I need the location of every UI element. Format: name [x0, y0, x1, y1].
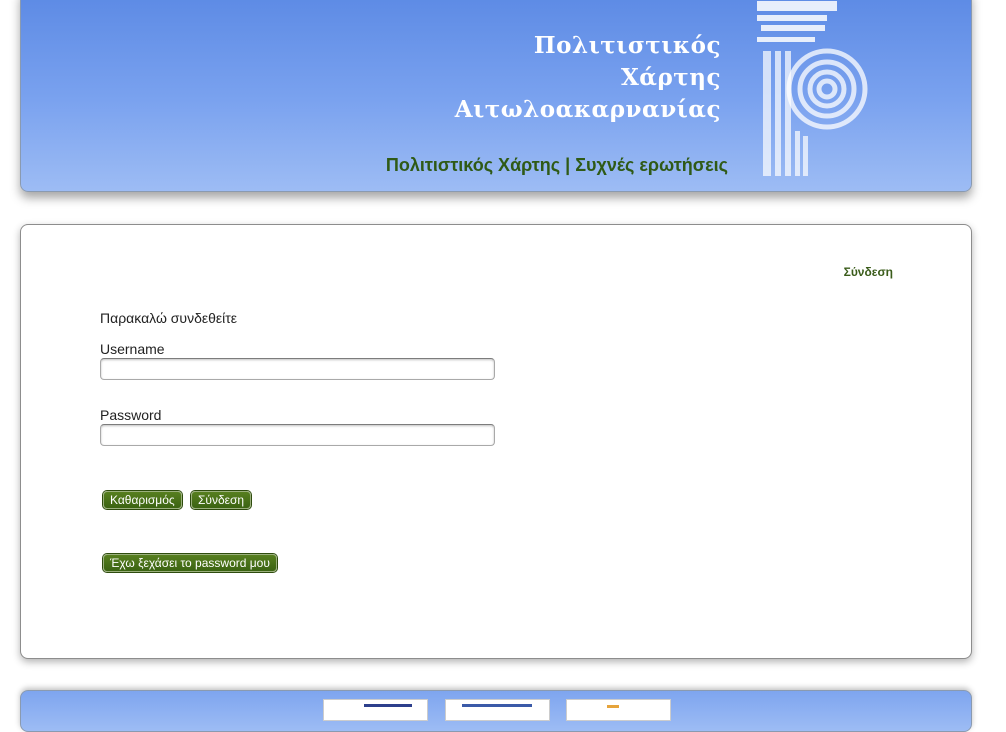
nav-link-cultural-map[interactable]: Πολιτιστικός Χάρτης: [386, 155, 560, 175]
username-label: Username: [100, 341, 165, 357]
site-header: Πολιτιστικός Χάρτης Αιτωλοακαρνανίας Πολ…: [20, 0, 972, 192]
footer-logo-1: [323, 699, 428, 721]
footer-logo-2: [445, 699, 550, 721]
login-panel: Σύνδεση Παρακαλώ συνδεθείτε Username Pas…: [20, 224, 972, 659]
nav-link-faq[interactable]: Συχνές ερωτήσεις: [575, 155, 728, 175]
forgot-password-button[interactable]: Έχω ξεχάσει το password μου: [103, 554, 277, 572]
site-title-line-1: Πολιτιστικός: [533, 32, 721, 59]
footer-logo-3: [566, 699, 671, 721]
top-login-link[interactable]: Σύνδεση: [844, 265, 893, 279]
ionic-column-icon: [757, 1, 868, 176]
password-label: Password: [100, 407, 162, 423]
login-prompt: Παρακαλώ συνδεθείτε: [100, 310, 238, 326]
login-button[interactable]: Σύνδεση: [191, 491, 252, 509]
password-input[interactable]: [100, 424, 495, 446]
site-title-line-2: Χάρτης: [620, 64, 721, 91]
username-input[interactable]: [100, 358, 495, 380]
header-nav: Πολιτιστικός Χάρτης | Συχνές ερωτήσεις: [386, 155, 728, 176]
site-title-line-3: Αιτωλοακαρνανίας: [454, 96, 721, 123]
clear-button[interactable]: Καθαρισμός: [103, 491, 182, 509]
site-footer: [20, 690, 972, 732]
nav-separator: |: [565, 155, 571, 175]
